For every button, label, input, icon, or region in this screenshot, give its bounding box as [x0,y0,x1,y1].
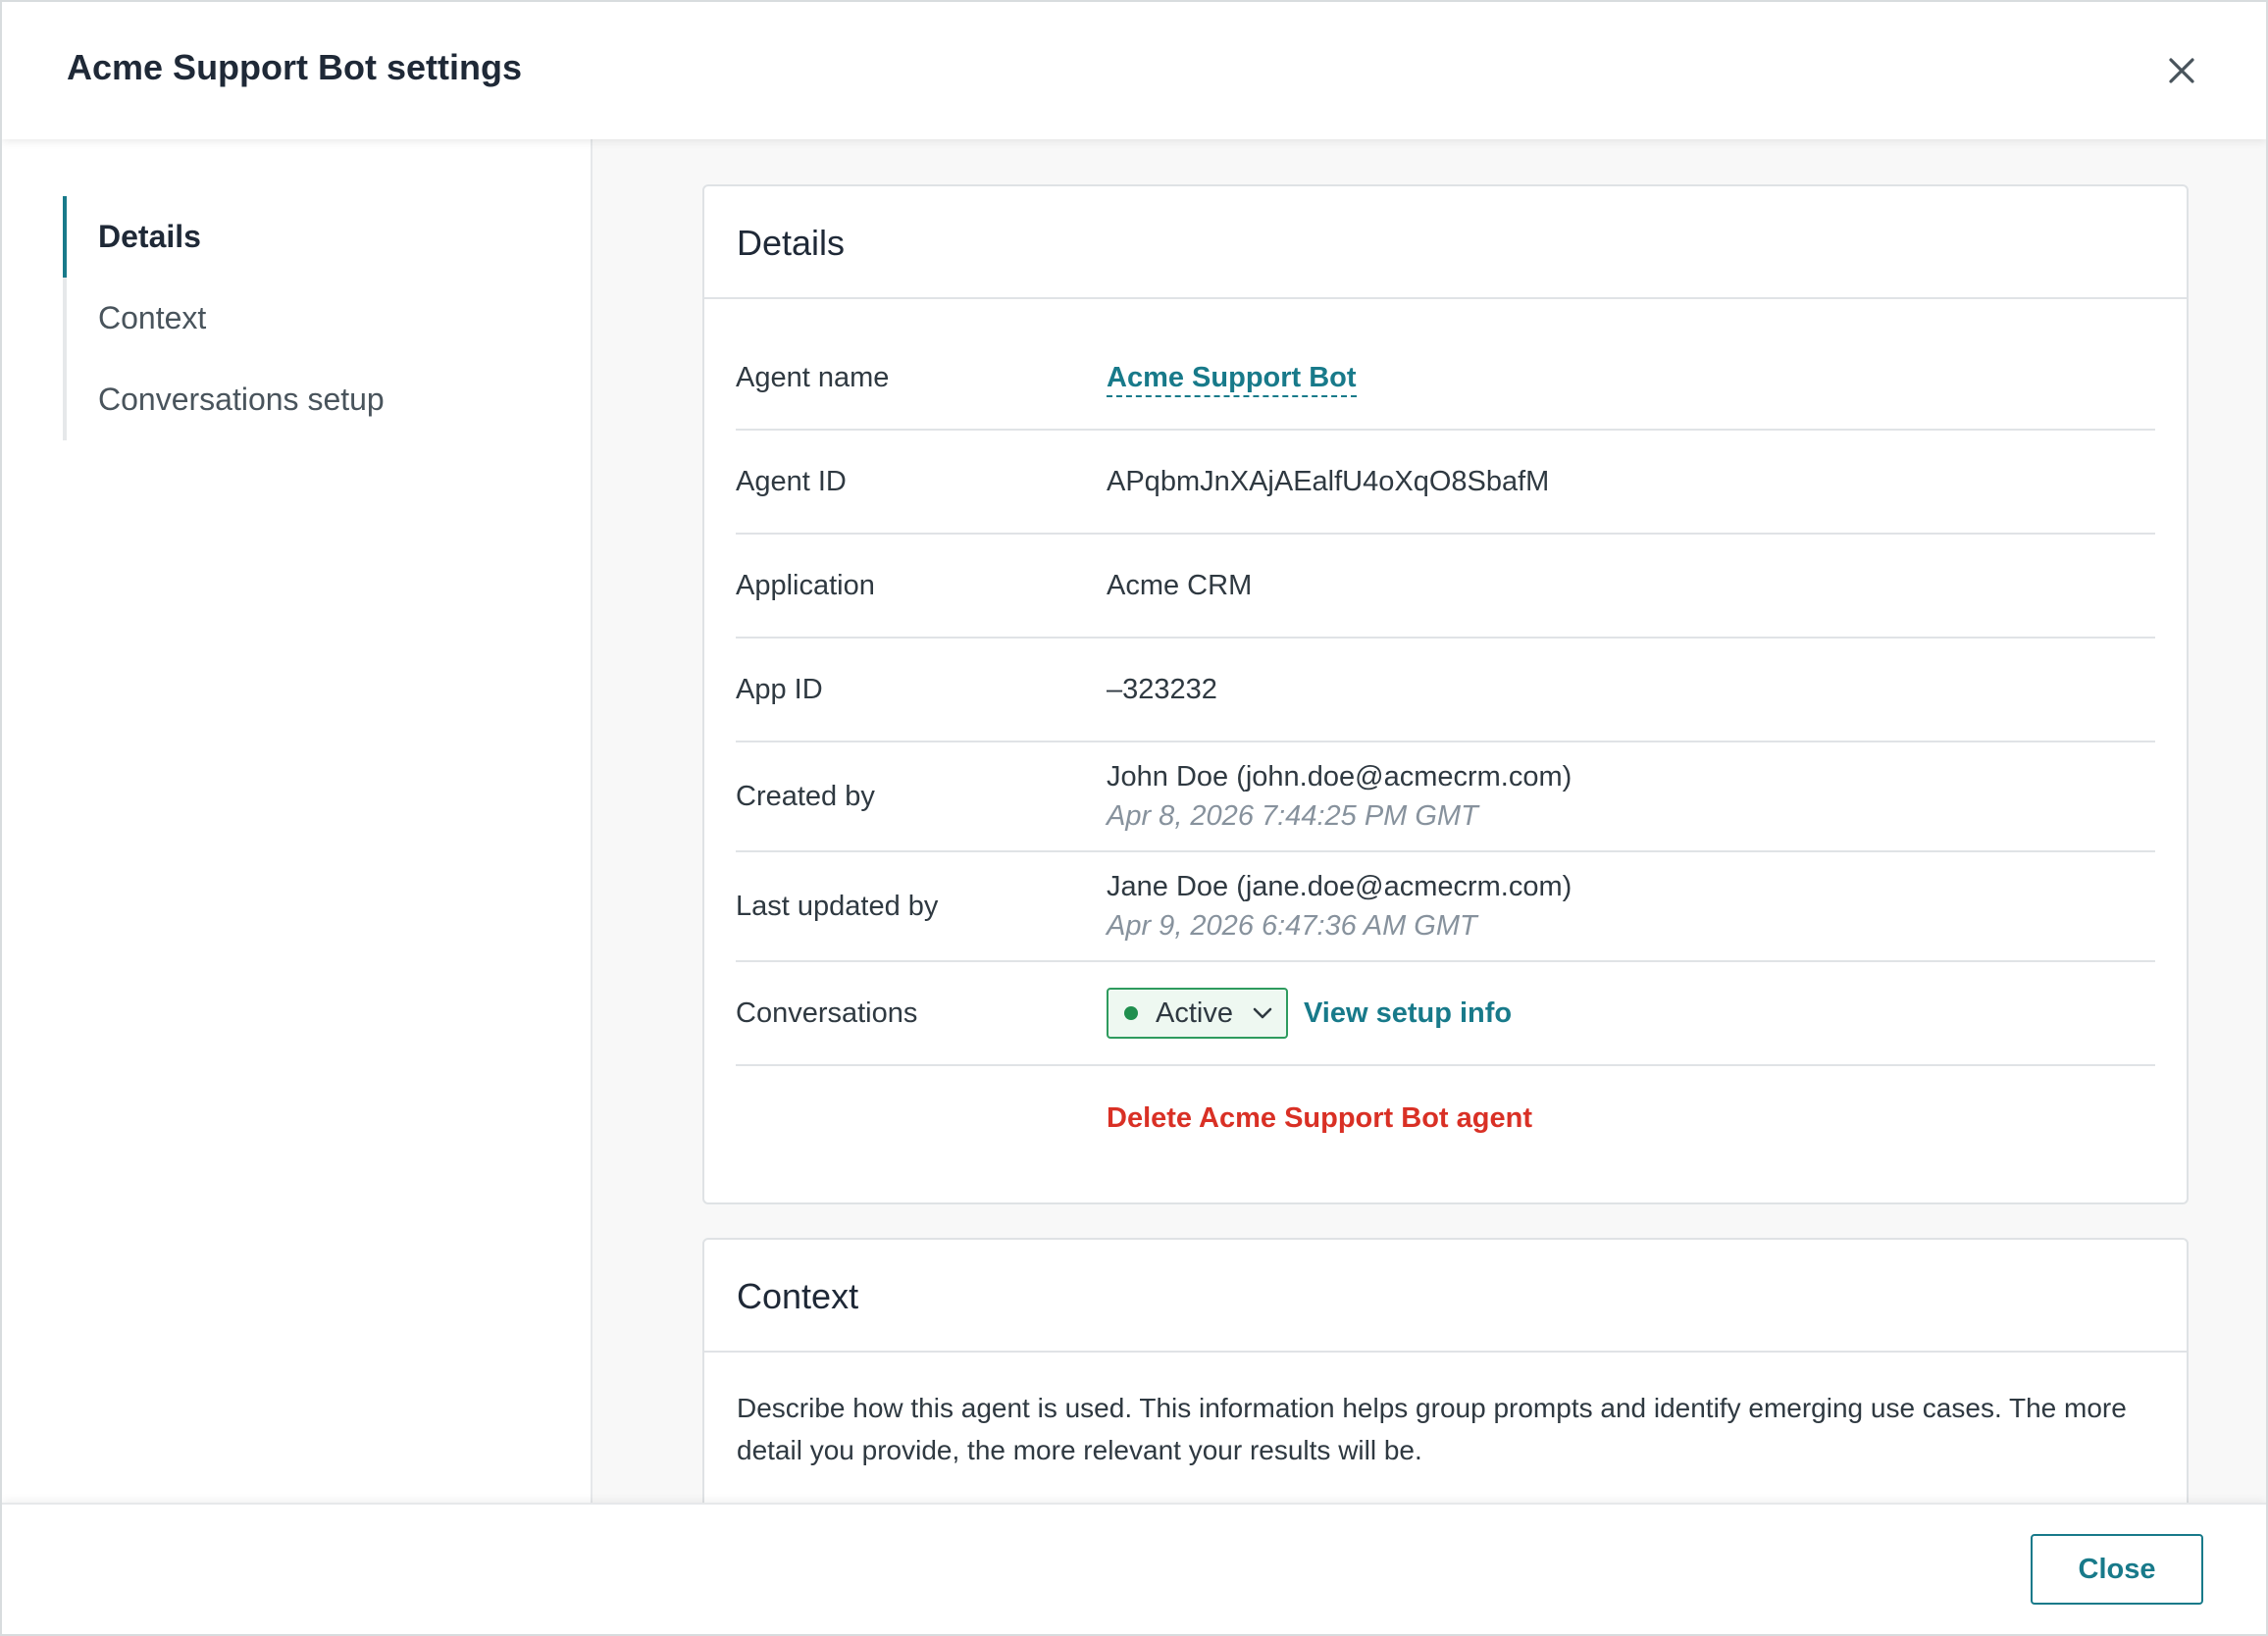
sidebar-nav: Details Context Conversations setup [63,196,534,440]
sidebar-item-details[interactable]: Details [63,196,534,278]
created-by-date: Apr 8, 2026 7:44:25 PM GMT [1107,800,1478,832]
created-by-row: Created by John Doe (john.doe@acmecrm.co… [736,742,2155,852]
settings-modal: Acme Support Bot settings Details Contex… [0,0,2268,1636]
agent-name-row: Agent name Acme Support Bot [736,327,2155,431]
delete-row: Delete Acme Support Bot agent [736,1066,2155,1170]
sidebar-item-context[interactable]: Context [67,278,534,359]
agent-name-link[interactable]: Acme Support Bot [1107,361,1357,397]
sidebar: Details Context Conversations setup [2,139,593,1503]
view-setup-info-link[interactable]: View setup info [1304,997,1512,1030]
created-by-user: John Doe (john.doe@acmecrm.com) [1107,761,1572,792]
modal-footer: Close [2,1503,2266,1634]
modal-header: Acme Support Bot settings [2,2,2266,139]
delete-agent-link[interactable]: Delete Acme Support Bot agent [1107,1102,1532,1134]
updated-by-label: Last updated by [736,890,939,922]
context-card: Context Describe how this agent is used.… [702,1238,2189,1503]
agent-id-row: Agent ID APqbmJnXAjAEalfU4oXqO8SbafM [736,431,2155,535]
agent-id-label: Agent ID [736,465,847,497]
conversations-label: Conversations [736,997,918,1029]
conversations-row: Conversations Active View setup info [736,962,2155,1066]
created-by-label: Created by [736,780,875,812]
app-id-label: App ID [736,673,823,705]
chevron-down-icon [1253,1007,1272,1019]
close-button[interactable]: Close [2031,1534,2203,1605]
app-id-value: –323232 [1107,673,1217,705]
updated-by-row: Last updated by Jane Doe (jane.doe@acmec… [736,852,2155,962]
conversations-status-select[interactable]: Active [1107,988,1288,1039]
sidebar-item-conversations-setup[interactable]: Conversations setup [67,359,534,440]
updated-by-user: Jane Doe (jane.doe@acmecrm.com) [1107,871,1572,902]
application-label: Application [736,569,875,601]
context-description: Describe how this agent is used. This in… [737,1393,2127,1465]
application-row: Application Acme CRM [736,535,2155,639]
main-content[interactable]: Details Agent name Acme Support Bot Agen… [593,139,2266,1503]
application-value: Acme CRM [1107,569,1253,601]
agent-id-value: APqbmJnXAjAEalfU4oXqO8SbafM [1107,465,1550,497]
context-heading: Context [704,1240,2187,1353]
details-heading: Details [704,186,2187,299]
agent-name-label: Agent name [736,361,890,393]
details-card: Details Agent name Acme Support Bot Agen… [702,184,2189,1204]
modal-title: Acme Support Bot settings [67,47,523,87]
conversations-status-value: Active [1156,997,1233,1029]
close-icon[interactable] [2162,51,2201,90]
updated-by-date: Apr 9, 2026 6:47:36 AM GMT [1107,910,1477,942]
app-id-row: App ID –323232 [736,639,2155,742]
active-status-dot-icon [1124,1006,1138,1020]
